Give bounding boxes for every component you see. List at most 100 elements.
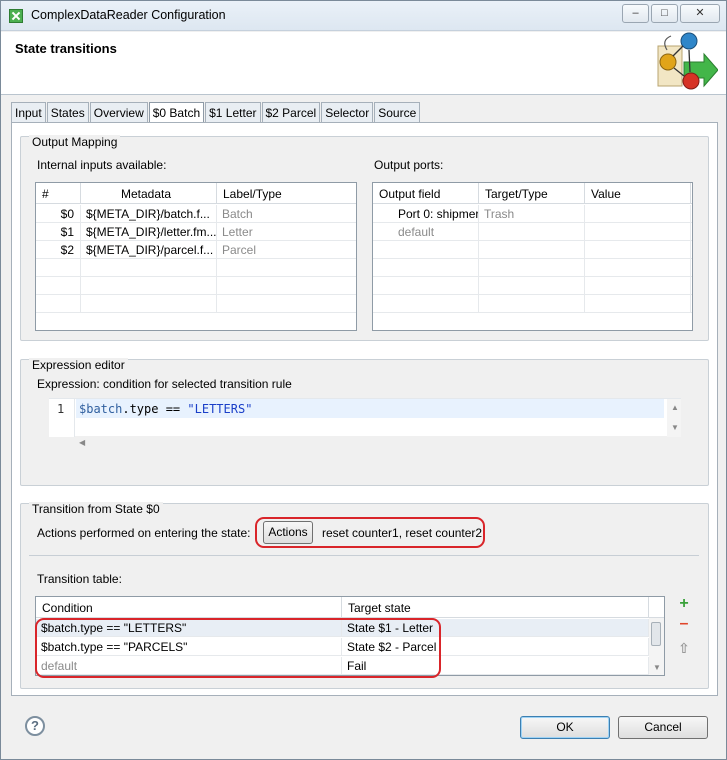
column-header[interactable]: Metadata [81,183,217,204]
window-title: ComplexDataReader Configuration [31,8,226,22]
table-scrollbar[interactable]: ▼ [649,618,664,675]
move-up-icon[interactable]: ⇧ [676,641,692,657]
table-cell: ${META_DIR}/batch.f... [81,205,217,223]
tab-input[interactable]: Input [11,102,46,122]
table-cell [479,223,585,241]
table-cell: default [373,223,479,241]
tab-overview[interactable]: Overview [89,102,148,122]
table-cell [479,277,585,295]
divider [29,555,699,556]
expression-label: Expression: condition for selected trans… [37,377,292,391]
table-cell [479,295,585,313]
table-cell [585,241,691,259]
editor-scrollbar[interactable]: ▲ ▼ [667,399,681,437]
table-row[interactable]: $0 ${META_DIR}/batch.f... Batch [36,205,356,223]
actions-label: Actions performed on entering the state: [37,526,251,540]
actions-value: reset counter1, reset counter2 [322,526,483,540]
table-row[interactable]: Port 0: shipmer Trash [373,205,692,223]
code-operator: .type == [122,402,188,416]
app-icon [9,9,23,23]
column-header[interactable]: Value [585,183,691,204]
table-cell: Port 0: shipmer [373,205,479,223]
help-icon[interactable]: ? [25,716,45,736]
transition-table-label: Transition table: [37,572,122,586]
output-mapping-title: Output Mapping [29,135,121,149]
table-cell [585,205,691,223]
maximize-button[interactable]: □ [651,4,678,23]
column-header[interactable]: Target/Type [479,183,585,204]
tab-bar: Input States Overview $0 Batch $1 Letter $2 P… [11,102,421,123]
table-row[interactable] [373,277,692,295]
scroll-left-icon[interactable]: ◀ [79,438,85,447]
transition-rows-highlight [35,618,441,678]
table-cell [81,277,217,295]
table-cell [479,241,585,259]
minimize-button[interactable]: – [622,4,649,23]
table-row[interactable]: $2 ${META_DIR}/parcel.f... Parcel [36,241,356,259]
inputs-table[interactable]: # Metadata Label/Type $0 ${META_DIR}/batc… [35,182,357,331]
column-header[interactable]: Target state [342,597,649,618]
table-cell: Trash [479,205,585,223]
table-row[interactable] [36,259,356,277]
tab-1-letter[interactable]: $1 Letter [205,102,261,122]
close-button[interactable]: ✕ [680,4,720,23]
tab-0-batch[interactable]: $0 Batch [148,102,205,123]
scroll-up-icon[interactable]: ▲ [671,403,679,412]
table-cell [36,295,81,313]
table-cell [585,295,691,313]
tab-selector[interactable]: Selector [321,102,374,122]
table-cell [585,277,691,295]
table-row[interactable] [373,295,692,313]
table-cell [36,259,81,277]
title-bar[interactable]: ComplexDataReader Configuration – □ ✕ [1,1,726,31]
code-string: "LETTERS" [187,402,253,416]
remove-icon[interactable]: – [676,616,692,633]
ok-button[interactable]: OK [520,716,610,739]
table-row[interactable] [373,241,692,259]
tab-states[interactable]: States [46,102,89,122]
column-header[interactable]: Condition [36,597,342,618]
ports-table-header: Output field Target/Type Value [373,183,692,204]
table-cell [217,259,356,277]
table-cell [217,277,356,295]
tab-2-parcel[interactable]: $2 Parcel [261,102,321,122]
expression-editor[interactable]: 1 $batch.type == "LETTERS" ▲ ▼ [49,398,681,437]
transition-title: Transition from State $0 [29,502,163,516]
table-cell: Parcel [217,241,356,259]
tab-source[interactable]: Source [374,102,421,122]
actions-button[interactable]: Actions [263,521,313,544]
table-row[interactable] [36,295,356,313]
scroll-down-icon[interactable]: ▼ [653,663,661,672]
page-title: State transitions [15,41,117,56]
table-cell [81,259,217,277]
expression-editor-title: Expression editor [29,358,128,372]
add-icon[interactable]: + [676,596,692,613]
table-cell: $1 [36,223,81,241]
dialog-header: State transitions [1,32,726,95]
scroll-down-icon[interactable]: ▼ [671,423,679,432]
cancel-button[interactable]: Cancel [618,716,708,739]
column-header[interactable]: Label/Type [217,183,356,204]
scroll-thumb[interactable] [651,622,661,646]
expression-code[interactable]: $batch.type == "LETTERS" [79,402,252,416]
ports-table[interactable]: Output field Target/Type Value Port 0: s… [372,182,693,331]
table-cell: $2 [36,241,81,259]
table-cell [373,295,479,313]
table-cell [373,241,479,259]
column-header[interactable]: Output field [373,183,479,204]
line-gutter: 1 [49,399,75,437]
table-row[interactable] [36,277,356,295]
table-cell [585,223,691,241]
table-row[interactable] [373,259,692,277]
table-cell [479,259,585,277]
table-row[interactable]: $1 ${META_DIR}/letter.fm... Letter [36,223,356,241]
table-row[interactable]: default [373,223,692,241]
column-header[interactable]: # [36,183,81,204]
table-cell [217,295,356,313]
inputs-label: Internal inputs available: [37,158,167,172]
window-controls: – □ ✕ [620,4,720,23]
table-cell [373,277,479,295]
table-cell [585,259,691,277]
table-cell: Letter [217,223,356,241]
table-cell [373,259,479,277]
